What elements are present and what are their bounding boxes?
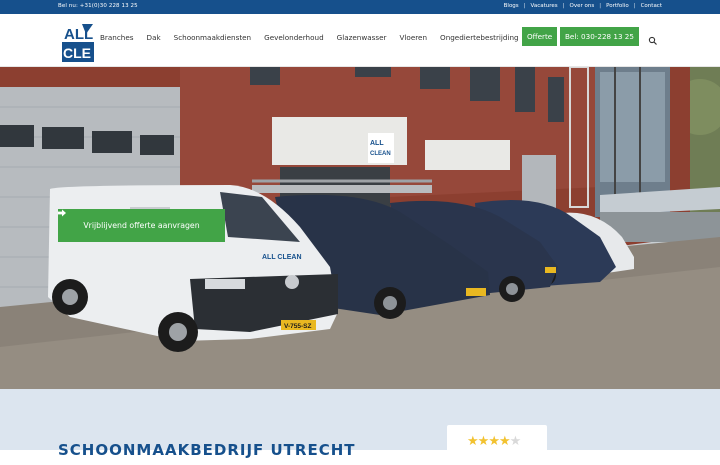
- nav-gevelonderhoud[interactable]: Gevelonderhoud: [264, 33, 324, 42]
- offerte-button[interactable]: Offerte: [522, 27, 558, 46]
- top-link-separator: |: [633, 3, 636, 9]
- hero-banner: ALL CLEAN V-755-SZ ALL CLEAN Vrijblijven…: [0, 67, 720, 389]
- top-link-contact[interactable]: Contact: [641, 3, 662, 9]
- top-link-portfolio[interactable]: Portfolio: [606, 3, 629, 9]
- top-link-vacatures[interactable]: Vacatures: [531, 3, 558, 9]
- main-header: ALL CLE Branches Dak Schoonmaakdiensten …: [0, 14, 720, 67]
- quote-request-button[interactable]: Vrijblijvend offerte aanvragen: [58, 209, 225, 242]
- nav-ongediertebestrijding[interactable]: Ongediertebestrijding: [440, 33, 519, 42]
- star-icon: ★: [498, 434, 511, 449]
- top-link-separator: |: [523, 3, 526, 9]
- top-link-separator: |: [562, 3, 565, 9]
- top-link-separator: |: [599, 3, 602, 9]
- star-icon: ★: [467, 434, 479, 449]
- quote-request-label: Vrijblijvend offerte aanvragen: [83, 221, 200, 230]
- section-title: SCHOONMAAKBEDRIJF UTRECHT: [58, 441, 356, 459]
- star-icon: ★: [488, 434, 500, 449]
- call-button[interactable]: Bel: 030-228 13 25: [560, 27, 639, 46]
- star-icon: ★: [477, 434, 490, 449]
- van-logo: ALL CLEAN: [262, 254, 302, 261]
- top-links: Blogs | Vacatures | Over ons | Portfolio…: [504, 3, 662, 9]
- license-plate: V-755-SZ: [284, 323, 311, 330]
- nav-schoonmaakdiensten[interactable]: Schoonmaakdiensten: [174, 33, 251, 42]
- star-empty-icon: ★: [509, 434, 522, 449]
- nav-dak[interactable]: Dak: [147, 33, 161, 42]
- nav-vloeren[interactable]: Vloeren: [400, 33, 428, 42]
- top-link-over-ons[interactable]: Over ons: [570, 3, 595, 9]
- intro-section: SCHOONMAAKBEDRIJF UTRECHT ★★★★★: [0, 389, 720, 465]
- arrow-right-icon: [58, 209, 66, 217]
- main-nav: Branches Dak Schoonmaakdiensten Gevelond…: [100, 27, 639, 46]
- rating-stars: ★★★★★: [467, 434, 522, 449]
- svg-text:CLEAN: CLEAN: [370, 151, 391, 157]
- building-logo: ALL: [370, 140, 384, 147]
- nav-glazenwasser[interactable]: Glazenwasser: [337, 33, 387, 42]
- top-link-blogs[interactable]: Blogs: [504, 3, 519, 9]
- rating-card: ★★★★★: [447, 425, 547, 465]
- search-icon[interactable]: [648, 36, 658, 46]
- logo-text-bottom: CLE: [63, 45, 91, 61]
- top-phone[interactable]: Bel nu: +31(0)30 228 13 25: [58, 3, 138, 9]
- nav-branches[interactable]: Branches: [100, 33, 134, 42]
- logo[interactable]: ALL CLE: [62, 22, 94, 62]
- top-bar: Bel nu: +31(0)30 228 13 25 Blogs | Vacat…: [0, 0, 720, 14]
